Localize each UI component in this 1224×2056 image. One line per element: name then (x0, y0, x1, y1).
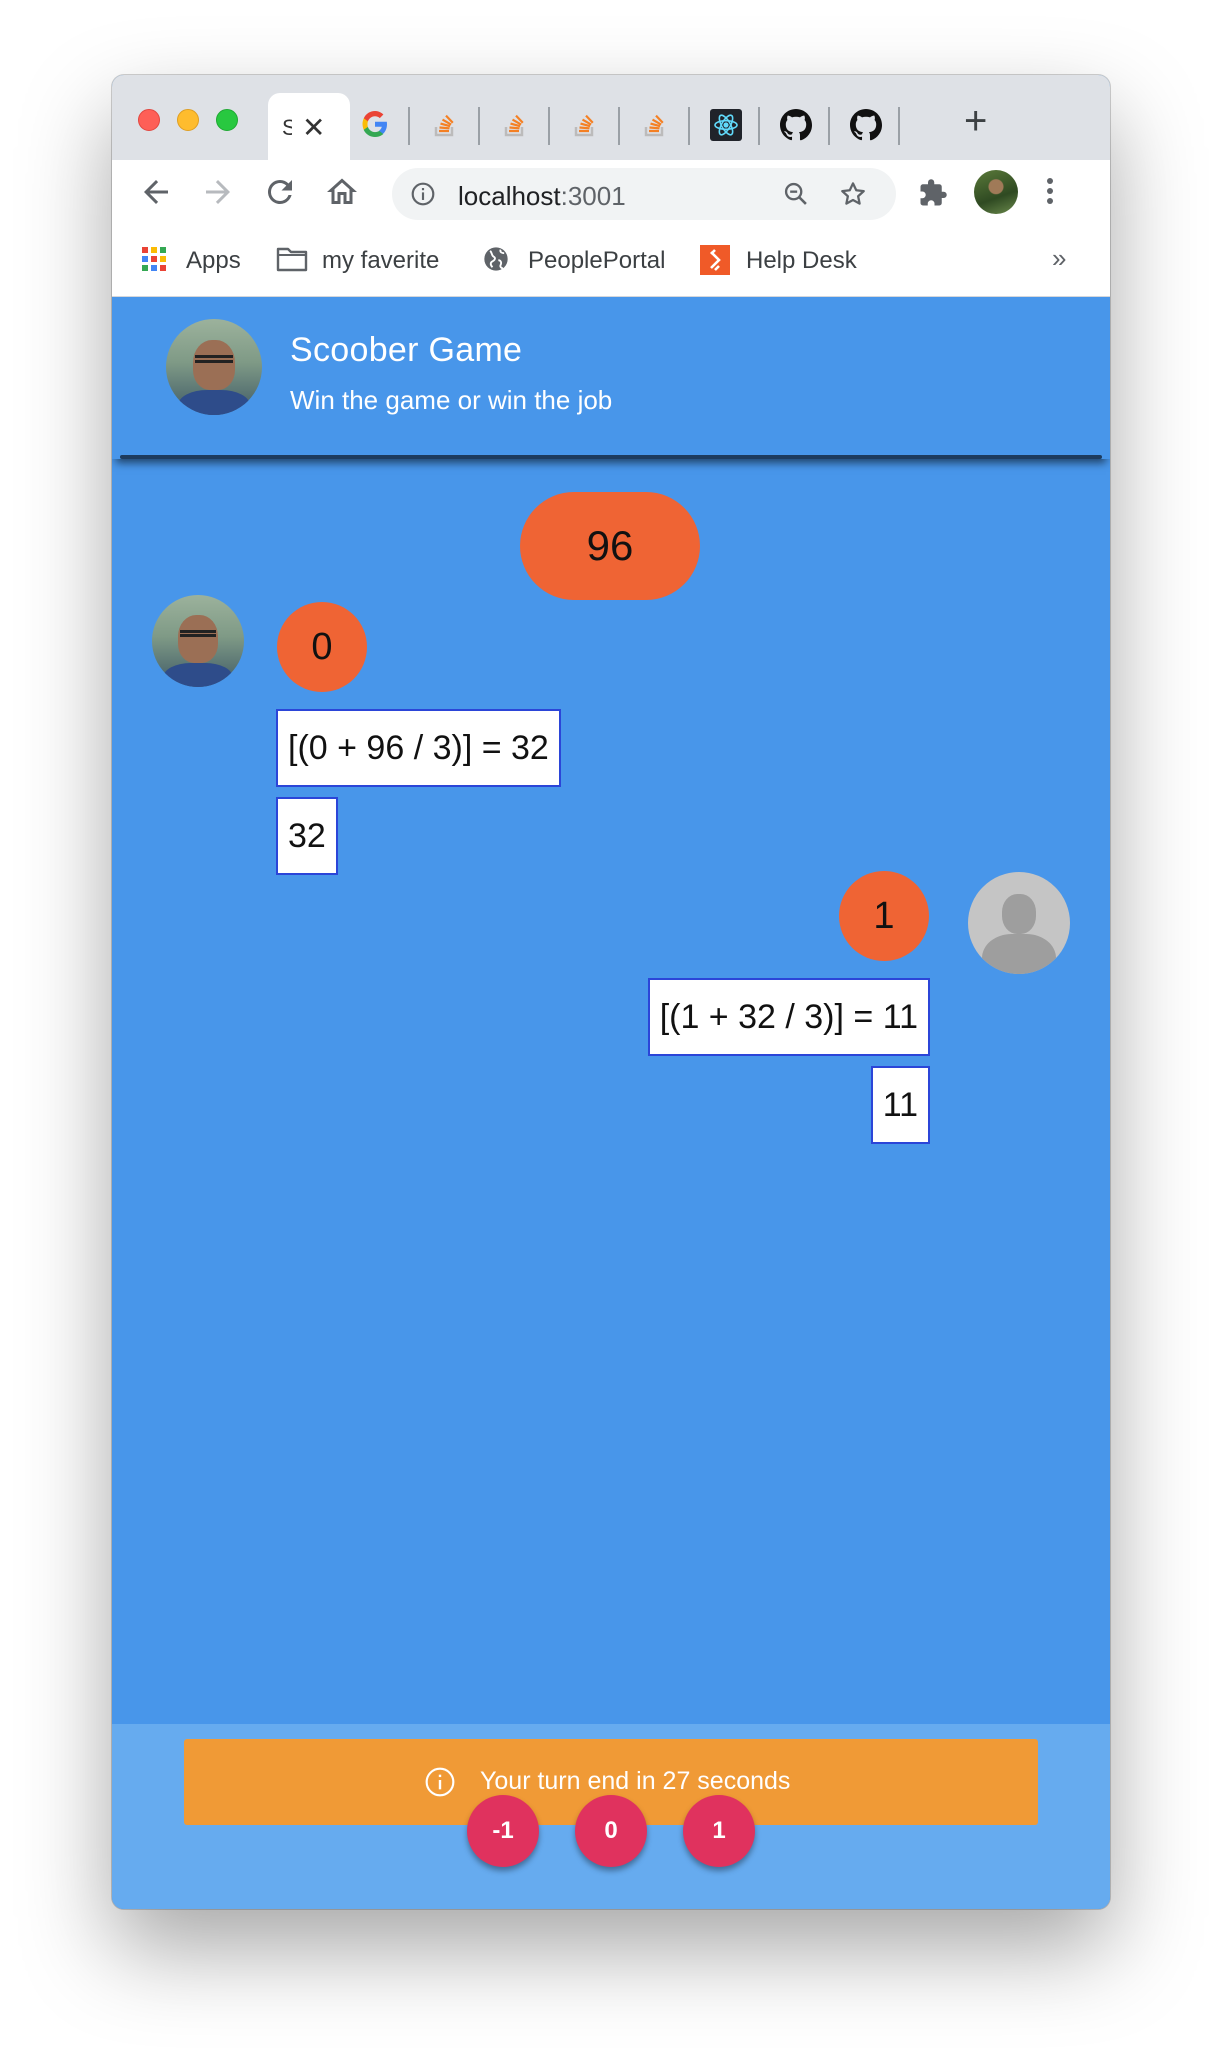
tab-strip: S ✕ + (112, 75, 1110, 160)
extensions-icon[interactable] (918, 178, 948, 213)
opponent-equation-box: [(1 + 32 / 3)] = 11 (647, 978, 930, 1056)
info-icon (424, 1766, 456, 1803)
app-subtitle: Win the game or win the job (290, 385, 613, 415)
tab-close-icon[interactable]: ✕ (302, 111, 325, 144)
app-header: Scoober Game Win the game or win the job (112, 297, 1110, 459)
my-result-box: 32 (276, 797, 338, 875)
reload-icon[interactable] (262, 174, 298, 210)
helpdesk-icon (700, 245, 730, 282)
stackoverflow-icon[interactable] (430, 109, 460, 139)
profile-avatar[interactable] (974, 170, 1018, 214)
github-icon[interactable] (780, 109, 813, 141)
github-icon[interactable] (850, 109, 883, 141)
opponent-added-number: 1 (839, 871, 929, 961)
folder-icon (276, 245, 308, 280)
tab-separator (688, 107, 690, 145)
start-number-pill: 96 (520, 492, 700, 600)
tab-separator (408, 107, 410, 145)
browser-window: S ✕ + localhost:3001 Apps my faverite Pe… (112, 75, 1110, 1909)
tab-separator (548, 107, 550, 145)
globe-icon (482, 245, 510, 280)
maximize-window-button[interactable] (216, 109, 238, 131)
close-window-button[interactable] (138, 109, 160, 131)
react-icon[interactable] (710, 109, 742, 141)
player-avatar (166, 319, 262, 415)
google-icon[interactable] (360, 109, 390, 139)
my-added-number: 0 (277, 602, 367, 692)
turn-message: Your turn end in 27 seconds (480, 1767, 791, 1795)
tab-separator (478, 107, 480, 145)
bookmarks-bar: Apps my faverite PeoplePortal Help Desk … (112, 225, 1110, 297)
zoom-icon[interactable] (782, 180, 810, 213)
bookmark-label: my faverite (322, 247, 440, 274)
url-port: :3001 (560, 181, 626, 211)
stackoverflow-icon[interactable] (570, 109, 600, 139)
new-tab-button[interactable]: + (964, 99, 987, 144)
address-bar[interactable]: localhost:3001 (392, 168, 896, 220)
my-move-avatar (152, 595, 244, 687)
tab-title: S (282, 115, 292, 140)
back-icon[interactable] (138, 174, 174, 210)
move-plus-one-button[interactable]: 1 (683, 1795, 755, 1867)
my-equation-box: [(0 + 96 / 3)] = 32 (276, 709, 561, 787)
move-zero-button[interactable]: 0 (575, 1795, 647, 1867)
stackoverflow-icon[interactable] (640, 109, 670, 139)
tab-separator (758, 107, 760, 145)
opponent-avatar (968, 872, 1070, 974)
browser-toolbar: localhost:3001 (112, 160, 1110, 225)
forward-icon[interactable] (200, 174, 236, 210)
stackoverflow-icon[interactable] (500, 109, 530, 139)
opponent-result-box: 11 (870, 1066, 930, 1144)
menu-kebab-icon[interactable] (1046, 176, 1054, 211)
bookmark-star-icon[interactable] (838, 179, 868, 214)
minimize-window-button[interactable] (177, 109, 199, 131)
app-title: Scoober Game (290, 331, 523, 369)
bookmark-label: PeoplePortal (528, 247, 666, 274)
bookmark-label: Help Desk (746, 247, 857, 274)
game-page: Scoober Game Win the game or win the job… (112, 297, 1110, 1909)
home-icon[interactable] (324, 174, 360, 210)
url-host: localhost (458, 181, 561, 211)
url-text: localhost:3001 (458, 181, 626, 212)
bookmarks-overflow-button[interactable]: » (1052, 243, 1066, 274)
apps-grid-icon (140, 245, 168, 280)
move-minus-one-button[interactable]: -1 (467, 1795, 539, 1867)
bookmark-label: Apps (186, 247, 241, 274)
tab-separator (828, 107, 830, 145)
tab-separator (898, 107, 900, 145)
site-info-icon[interactable] (410, 181, 436, 212)
tab-separator (618, 107, 620, 145)
tab-active[interactable]: S ✕ (268, 93, 350, 160)
